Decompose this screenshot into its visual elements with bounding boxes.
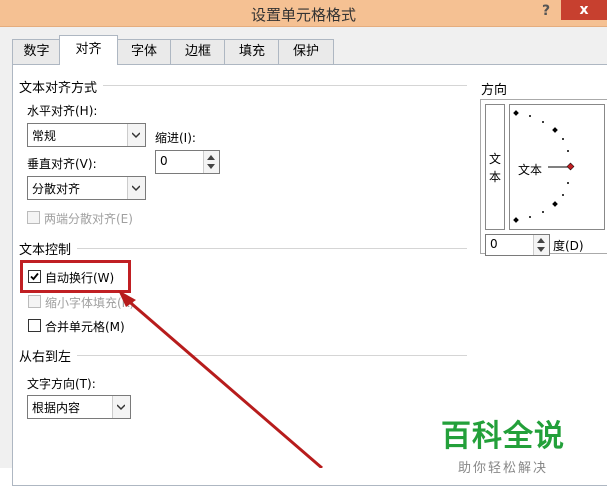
watermark: 百科全说 助你轻松解决 [438,411,568,476]
shrink-to-fit-checkbox[interactable] [28,295,41,308]
text-alignment-group-title: 文本对齐方式 [19,77,104,96]
indent-stepper[interactable]: 0 [155,150,220,174]
spin-down-icon[interactable] [207,164,215,169]
horizontal-alignment-label: 水平对齐(H): [27,104,98,118]
spin-up-icon[interactable] [537,238,545,243]
rtl-group-title: 从右到左 [19,346,78,365]
title-bar: 设置单元格格式 ? x [0,0,607,27]
vertical-alignment-select[interactable]: 分散对齐 [27,176,146,200]
spin-buttons[interactable] [533,235,549,255]
shrink-to-fit-label: 缩小字体填充(K) [45,296,135,310]
alignment-panel: 文本对齐方式 水平对齐(H): 常规 缩进(I): 0 垂直对齐(V): 分散对… [12,64,607,486]
watermark-logo: 百科全说 [441,419,565,454]
degree-label: 度(D) [553,239,584,253]
horizontal-alignment-select[interactable]: 常规 [27,123,146,147]
tab-border[interactable]: 边框 [170,39,226,64]
tab-alignment[interactable]: 对齐 [59,35,118,65]
close-button[interactable]: x [561,0,607,20]
horizontal-alignment-value: 常规 [32,129,57,143]
dialog-body: 数字 对齐 字体 边框 填充 保护 文本对齐方式 水平对齐(H): 常规 缩进(… [0,27,607,486]
merge-cells-checkbox[interactable] [28,319,41,332]
text-direction-select[interactable]: 根据内容 [27,395,131,419]
chevron-down-icon[interactable] [127,124,145,146]
orientation-box: 文本 文本 0 度(D) [480,99,607,256]
text-direction-label: 文字方向(T): [27,377,96,391]
spin-buttons[interactable] [203,151,219,173]
spin-down-icon[interactable] [537,247,545,252]
watermark-subtitle: 助你轻松解决 [457,461,548,476]
orientation-group-title: 方向 [481,79,514,98]
vertical-text-label: 文本 [489,152,502,184]
justify-distributed-checkbox[interactable] [27,211,40,224]
indent-label: 缩进(I): [155,131,196,145]
indent-value: 0 [160,154,168,168]
vertical-text-button[interactable]: 文本 [485,104,505,230]
text-control-group-title: 文本控制 [19,239,78,258]
merge-cells-label: 合并单元格(M) [45,320,125,334]
justify-distributed-label: 两端分散对齐(E) [44,212,133,226]
spin-up-icon[interactable] [207,155,215,160]
window-title: 设置单元格格式 [250,6,356,24]
chevron-down-icon[interactable] [127,177,145,199]
tab-fill[interactable]: 填充 [224,39,280,64]
vertical-alignment-value: 分散对齐 [32,182,81,196]
orientation-dial[interactable]: 文本 [509,104,605,230]
help-button[interactable]: ? [537,2,555,20]
text-direction-value: 根据内容 [32,401,81,415]
tab-number[interactable]: 数字 [12,39,61,64]
degree-value: 0 [490,237,498,251]
highlight-box [20,260,131,293]
vertical-alignment-label: 垂直对齐(V): [27,157,97,171]
tab-font[interactable]: 字体 [116,39,172,64]
dial-text-label: 文本 [518,163,543,177]
chevron-down-icon[interactable] [112,396,130,418]
group-divider [19,248,467,249]
group-divider [19,355,467,356]
tab-protection[interactable]: 保护 [278,39,334,64]
degree-stepper[interactable]: 0 [485,234,550,256]
